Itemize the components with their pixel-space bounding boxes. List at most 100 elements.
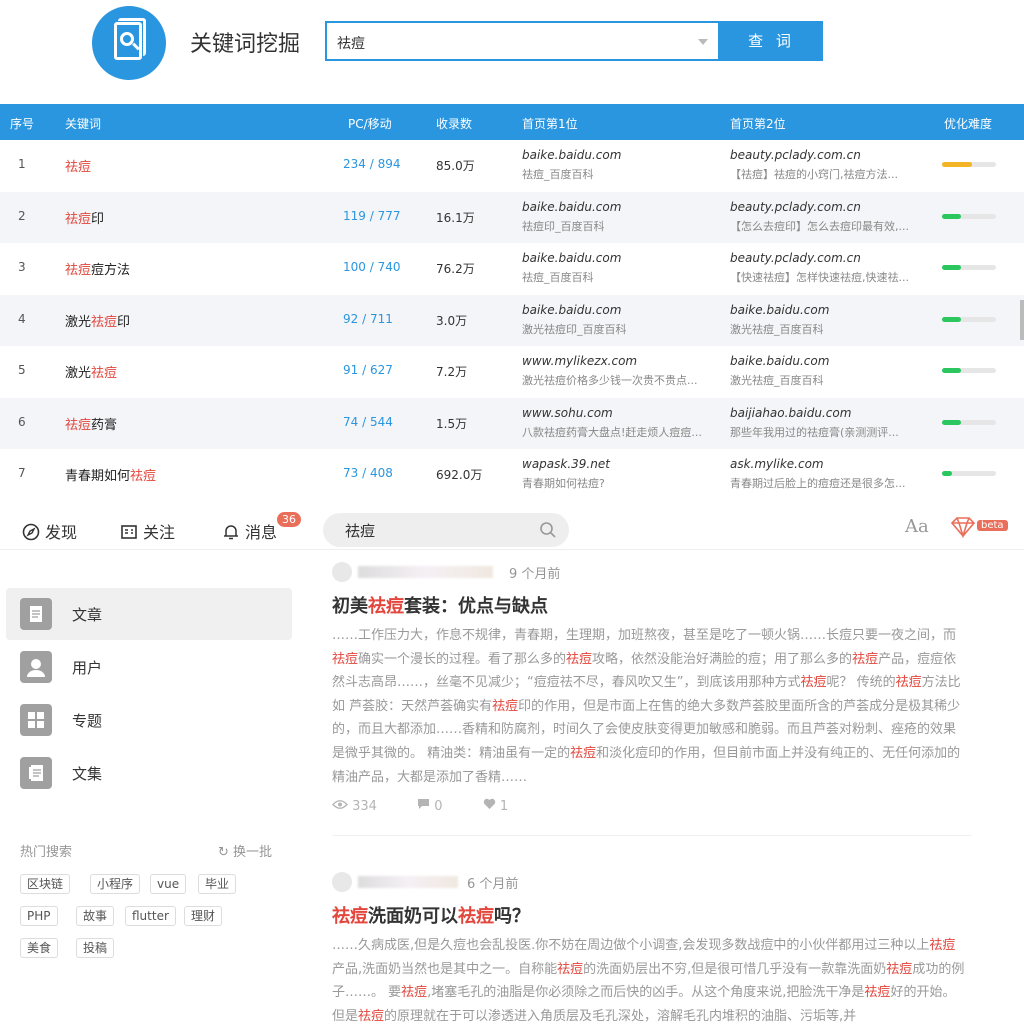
table-row[interactable]: 6 祛痘药膏 74 / 544 1.5万 www.sohu.com 八款祛痘药膏大盘点!赶… — [0, 397, 1024, 449]
keyword-highlight: 祛痘 — [65, 263, 92, 278]
row-number: 5 — [18, 363, 26, 377]
likes-stat[interactable]: 1 — [483, 798, 526, 814]
hot-tag[interactable]: 区块链 — [20, 874, 71, 894]
row-rank1[interactable]: baike.baidu.com 祛痘_百度百科 — [522, 148, 722, 182]
keyword-suffix: 印 — [117, 314, 131, 330]
hot-tag[interactable]: 理财 — [184, 906, 223, 926]
row-pc-mobile[interactable]: 91 / 627 — [343, 363, 393, 377]
hot-tag[interactable]: 美食 — [20, 938, 59, 958]
difficulty-fill — [942, 419, 961, 425]
nav-follow[interactable]: 关注 — [120, 519, 175, 543]
hot-tag[interactable]: 小程序 — [90, 874, 141, 894]
keyword-select[interactable]: 祛痘 — [325, 21, 720, 61]
nav-discover[interactable]: 发现 — [22, 519, 77, 543]
row-rank2[interactable]: baijiahao.baidu.com 那些年我用过的祛痘膏(亲测测评... — [730, 406, 930, 440]
keyword-highlight: 祛痘 — [130, 469, 157, 484]
rank2-site[interactable]: beauty.pclady.com.cn — [730, 251, 930, 265]
row-rank2[interactable]: ask.mylike.com 青春期过后脸上的痘痘还是很多怎... — [730, 457, 930, 491]
row-rank1[interactable]: wapask.39.net 青春期如何祛痘? — [522, 457, 722, 491]
excerpt-highlight: 祛痘 — [895, 675, 922, 691]
row-pc-mobile[interactable]: 234 / 894 — [343, 157, 400, 171]
table-row[interactable]: 3 祛痘痘方法 100 / 740 76.2万 baike.baidu.com 祛痘_百度… — [0, 243, 1024, 294]
row-rank1[interactable]: www.mylikezx.com 激光祛痘价格多少钱一次贵不贵点... — [522, 354, 722, 388]
row-rank1[interactable]: www.sohu.com 八款祛痘药膏大盘点!赶走烦人痘痘... — [522, 406, 722, 440]
article-card-1[interactable]: 9 个月前 初美祛痘套装：优点与缺点 ……工作压力大，作息不规律，青春期，生理期… — [332, 560, 972, 830]
row-indexed-count: 1.5万 — [436, 416, 468, 431]
sidebar-item-users[interactable]: 用户 — [6, 641, 292, 693]
row-keyword[interactable]: 祛痘痘方法 — [65, 259, 130, 278]
row-rank1[interactable]: baike.baidu.com 祛痘印_百度百科 — [522, 200, 722, 234]
row-pc-mobile[interactable]: 74 / 544 — [343, 415, 393, 429]
author-name-blurred[interactable] — [358, 876, 458, 888]
table-row[interactable]: 2 祛痘印 119 / 777 16.1万 baike.baidu.com 祛痘印_百度百… — [0, 191, 1024, 243]
row-pc-mobile[interactable]: 92 / 711 — [343, 312, 393, 326]
font-size-toggle[interactable]: Aa — [905, 516, 929, 537]
hot-tag[interactable]: PHP — [20, 906, 58, 926]
rank2-site[interactable]: beauty.pclady.com.cn — [730, 148, 930, 162]
rank2-site[interactable]: beauty.pclady.com.cn — [730, 200, 930, 214]
row-rank2[interactable]: baike.baidu.com 激光祛痘_百度百科 — [730, 354, 930, 388]
article-title[interactable]: 祛痘洗面奶可以祛痘吗？ — [332, 902, 530, 928]
nav-messages[interactable]: 消息 — [222, 519, 277, 543]
sidebar-item-label: 文集 — [72, 765, 103, 783]
row-keyword[interactable]: 青春期如何祛痘 — [65, 465, 156, 484]
rank2-site[interactable]: baijiahao.baidu.com — [730, 406, 930, 420]
rank1-site[interactable]: www.sohu.com — [522, 406, 722, 420]
rank2-desc: 【怎么去痘印】怎么去痘印最有效,... — [730, 219, 909, 233]
row-keyword[interactable]: 激光祛痘印 — [65, 311, 130, 330]
rank2-site[interactable]: baike.baidu.com — [730, 354, 930, 368]
row-keyword[interactable]: 祛痘药膏 — [65, 414, 117, 433]
tool-header: 关键词挖掘 祛痘 查 词 — [0, 0, 1024, 100]
table-row[interactable]: 4 激光祛痘印 92 / 711 3.0万 baike.baidu.com 激光祛痘印_百… — [0, 294, 1024, 346]
row-rank1[interactable]: baike.baidu.com 祛痘_百度百科 — [522, 251, 722, 285]
comments-stat[interactable]: 0 — [417, 799, 460, 814]
rank1-site[interactable]: baike.baidu.com — [522, 303, 722, 317]
row-rank2[interactable]: beauty.pclady.com.cn 【快速祛痘】怎样快速祛痘,快速祛... — [730, 251, 930, 285]
row-rank2[interactable]: beauty.pclady.com.cn 【祛痘】祛痘的小窍门,祛痘方法... — [730, 148, 930, 182]
sidebar-item-topics[interactable]: 专题 — [6, 694, 292, 746]
row-number: 6 — [18, 414, 26, 429]
hot-tag[interactable]: 毕业 — [198, 874, 237, 894]
row-rank1[interactable]: baike.baidu.com 激光祛痘印_百度百科 — [522, 303, 722, 337]
row-indexed-count: 3.0万 — [436, 313, 468, 328]
rank1-site[interactable]: wapask.39.net — [522, 457, 722, 471]
article-card-2[interactable]: 6 个月前 祛痘洗面奶可以祛痘吗？ ……久病成医,但是久痘也会乱投医.你不妨在周… — [332, 870, 972, 1024]
avatar[interactable] — [332, 872, 352, 892]
table-row[interactable]: 5 激光祛痘 91 / 627 7.2万 www.mylikezx.com 激光祛痘价格多… — [0, 346, 1024, 397]
site-search-input[interactable]: 祛痘 — [323, 513, 569, 547]
rank1-site[interactable]: www.mylikezx.com — [522, 354, 722, 368]
excerpt-highlight: 祛痘 — [886, 961, 913, 977]
scrollbar[interactable] — [1020, 300, 1024, 340]
author-name-blurred[interactable] — [358, 566, 493, 578]
rank1-site[interactable]: baike.baidu.com — [522, 251, 722, 265]
table-row[interactable]: 7 青春期如何祛痘 73 / 408 692.0万 wapask.39.net 青春期如何… — [0, 449, 1024, 500]
sidebar-item-articles[interactable]: 文章 — [6, 588, 292, 640]
article-title[interactable]: 初美祛痘套装：优点与缺点 — [332, 592, 548, 618]
table-row[interactable]: 1 祛痘 234 / 894 85.0万 baike.baidu.com 祛痘_百度百科 b… — [0, 140, 1024, 191]
row-rank2[interactable]: beauty.pclady.com.cn 【怎么去痘印】怎么去痘印最有效,... — [730, 200, 930, 234]
diamond-icon[interactable] — [950, 516, 976, 538]
search-icon[interactable] — [539, 521, 557, 539]
site-search-value: 祛痘 — [345, 522, 376, 540]
row-pc-mobile[interactable]: 119 / 777 — [343, 209, 400, 223]
row-keyword[interactable]: 祛痘 — [65, 156, 91, 175]
refresh-hot-button[interactable]: ↻ 换一批 — [218, 841, 272, 860]
rank1-site[interactable]: baike.baidu.com — [522, 148, 722, 162]
hot-tag[interactable]: flutter — [125, 906, 176, 926]
rank1-site[interactable]: baike.baidu.com — [522, 200, 722, 214]
search-keyword-button[interactable]: 查 词 — [720, 21, 823, 61]
avatar[interactable] — [332, 562, 352, 582]
row-pc-mobile[interactable]: 73 / 408 — [343, 466, 393, 480]
row-keyword[interactable]: 激光祛痘 — [65, 362, 117, 381]
row-pc-mobile[interactable]: 100 / 740 — [343, 260, 400, 274]
row-rank2[interactable]: baike.baidu.com 激光祛痘_百度百科 — [730, 303, 930, 337]
hot-tag[interactable]: 投稿 — [76, 938, 115, 958]
hot-tag[interactable]: vue — [150, 874, 187, 894]
rank2-site[interactable]: ask.mylike.com — [730, 457, 930, 471]
sidebar-item-collections[interactable]: 文集 — [6, 747, 292, 799]
chevron-down-icon[interactable] — [698, 39, 708, 45]
row-keyword[interactable]: 祛痘印 — [65, 208, 104, 227]
hot-tag[interactable]: 故事 — [76, 906, 115, 926]
refresh-hot-label: 换一批 — [233, 845, 273, 860]
rank2-site[interactable]: baike.baidu.com — [730, 303, 930, 317]
